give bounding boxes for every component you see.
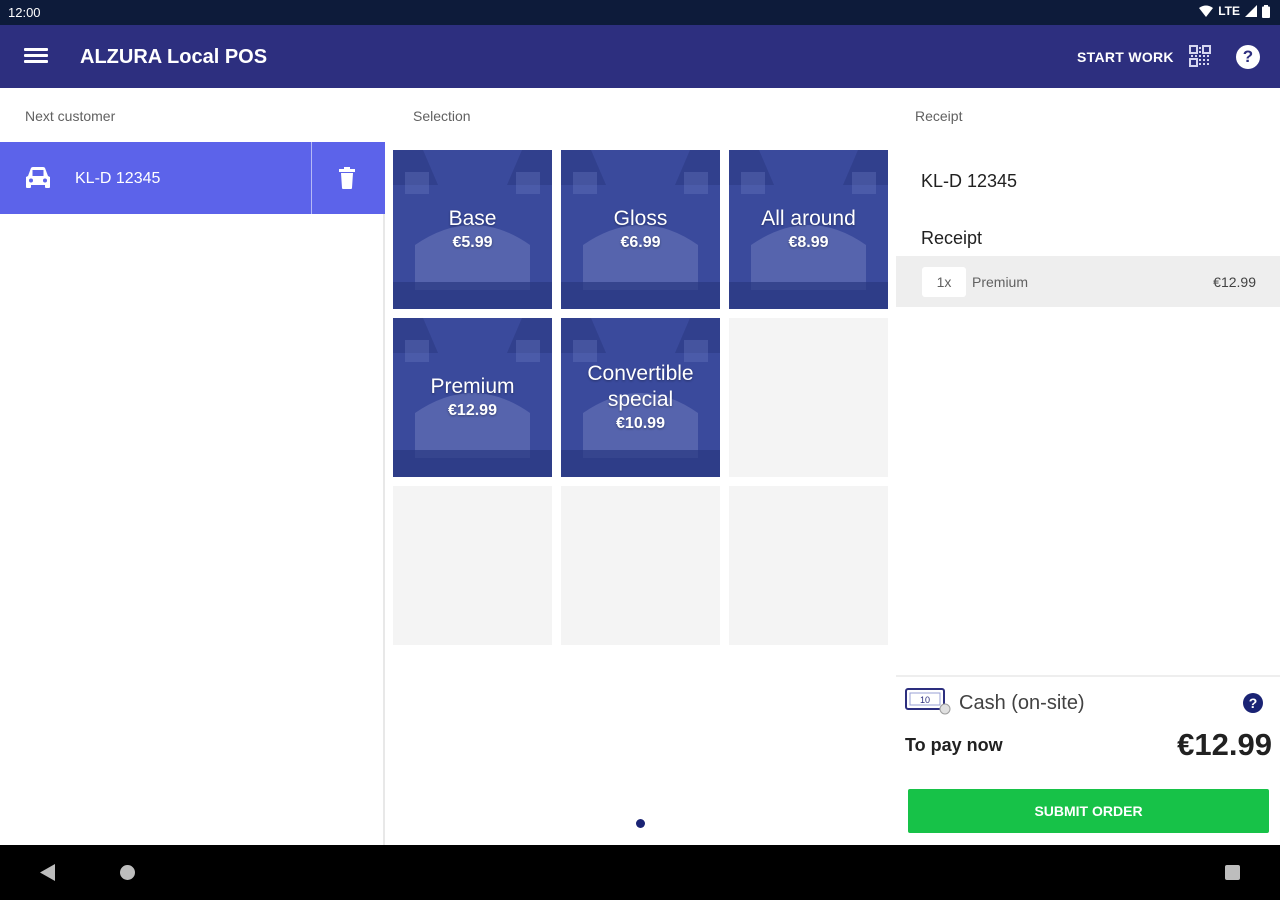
trash-icon[interactable] (338, 167, 356, 189)
status-indicators: LTE (1199, 4, 1270, 18)
product-label: Base €5.99 (393, 206, 552, 254)
battery-icon (1262, 4, 1270, 18)
start-work-button[interactable]: START WORK (1077, 49, 1174, 65)
product-tile[interactable]: Gloss €6.99 (561, 150, 720, 309)
empty-tile (729, 486, 888, 645)
customer-divider (311, 142, 312, 214)
app-bar: ALZURA Local POS START WORK ? (0, 25, 1280, 88)
qr-code-icon[interactable] (1189, 45, 1211, 67)
product-label: Convertible special €10.99 (561, 361, 720, 435)
empty-tile (729, 318, 888, 477)
product-tile[interactable]: All around €8.99 (729, 150, 888, 309)
selection-heading: Selection (413, 108, 471, 124)
payment-help-icon[interactable]: ? (1243, 693, 1263, 713)
product-tile[interactable]: Convertible special €10.99 (561, 318, 720, 477)
home-icon[interactable] (120, 865, 135, 880)
receipt-line-item: Premium (972, 274, 1029, 290)
car-icon (26, 167, 50, 188)
receipt-title: Receipt (921, 228, 983, 248)
product-price: €8.99 (788, 233, 829, 251)
receipt-line[interactable]: 1x Premium €12.99 (896, 256, 1280, 307)
to-pay-label: To pay now (905, 735, 1003, 755)
empty-tile (393, 486, 552, 645)
product-label: All around €8.99 (729, 206, 888, 254)
total-amount: €12.99 (1177, 727, 1272, 762)
customer-item[interactable]: KL-D 12345 (0, 142, 385, 214)
receipt-heading: Receipt (915, 108, 963, 124)
cash-icon[interactable]: 10 (905, 687, 951, 715)
product-tile[interactable]: Premium €12.99 (393, 318, 552, 477)
wifi-icon (1199, 5, 1214, 17)
app-title: ALZURA Local POS (80, 46, 268, 68)
product-name: Base (448, 206, 497, 230)
svg-text:10: 10 (920, 695, 930, 705)
help-icon[interactable]: ? (1236, 45, 1260, 69)
back-icon[interactable] (40, 864, 56, 881)
status-time: 12:00 (8, 5, 41, 20)
payment-panel: 10 Cash (on-site) ? To pay now €12.99 SU… (896, 675, 1280, 845)
network-label: LTE (1218, 4, 1240, 18)
status-bar: 12:00 LTE (0, 0, 1280, 25)
product-price: €10.99 (616, 414, 665, 432)
payment-method[interactable]: Cash (on-site) (959, 692, 1085, 715)
empty-tile (561, 486, 720, 645)
signal-icon (1245, 5, 1257, 17)
page-indicator-dot[interactable] (636, 819, 645, 828)
next-customer-heading: Next customer (25, 108, 116, 124)
receipt-line-amount: €12.99 (1213, 274, 1256, 290)
customer-plate: KL-D 12345 (75, 170, 161, 187)
product-tile[interactable]: Base €5.99 (393, 150, 552, 309)
product-price: €5.99 (452, 233, 493, 251)
navigation-bar (0, 845, 1280, 900)
recents-icon[interactable] (1225, 865, 1240, 880)
product-price: €12.99 (448, 401, 497, 419)
receipt-line-qty[interactable]: 1x (922, 267, 966, 297)
menu-icon[interactable] (24, 45, 48, 69)
customer-queue: KL-D 12345 (0, 142, 385, 845)
product-price: €6.99 (620, 233, 661, 251)
product-name: All around (761, 206, 856, 230)
submit-order-button[interactable]: SUBMIT ORDER (908, 789, 1269, 833)
product-name: Convertible special (587, 361, 694, 411)
product-label: Gloss €6.99 (561, 206, 720, 254)
receipt-plate: KL-D 12345 (921, 171, 1018, 191)
receipt-panel: KL-D 12345 Receipt 1x Premium €12.99 10 … (896, 142, 1280, 845)
product-name: Gloss (613, 206, 668, 230)
product-label: Premium €12.99 (393, 374, 552, 422)
product-name: Premium (430, 374, 515, 398)
